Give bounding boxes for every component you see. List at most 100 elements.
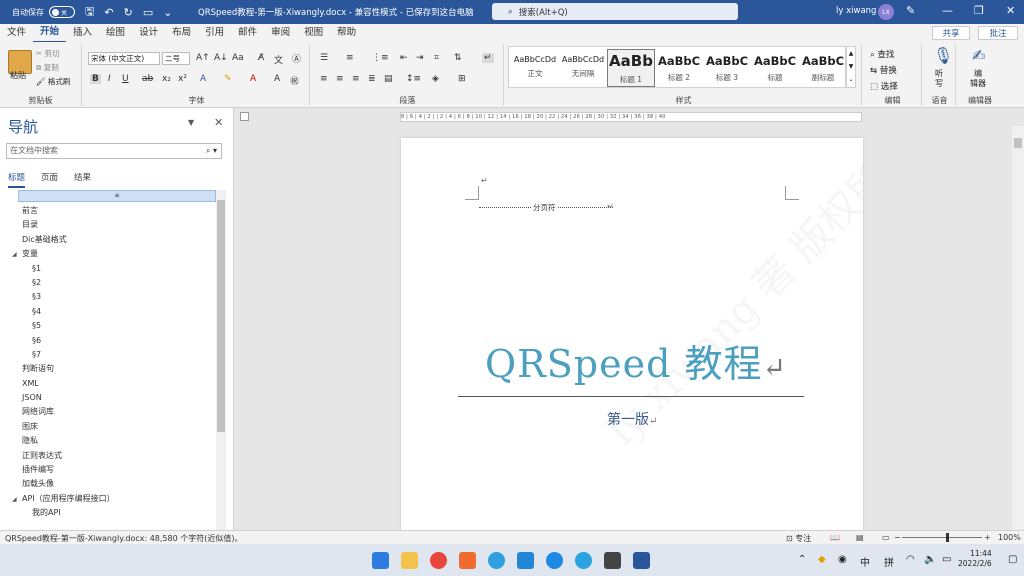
app-icon[interactable] [488,552,505,569]
grow-font-icon[interactable]: A↑ [196,53,210,63]
autosave-toggle[interactable]: 关 [49,6,75,18]
input-layout-indicator[interactable]: 拼 [884,554,894,569]
save-icon[interactable]: 🖫 [85,3,94,22]
align-right-icon[interactable]: ≡ [352,74,360,84]
pen-icon[interactable]: ✎ [906,4,915,17]
close-icon[interactable]: ✕ [1006,4,1015,17]
app-icon[interactable] [546,552,563,569]
nav-heading-item[interactable]: ◢ 变量 [0,247,216,261]
clock[interactable]: 11:44 2022/2/6 [958,549,992,569]
borders-icon[interactable]: ⊞ [458,74,466,84]
document-subtitle-text[interactable]: 第一版↵ [607,409,657,429]
vscode-icon[interactable] [517,552,534,569]
italic-icon[interactable]: I [108,74,111,84]
cut-button[interactable]: ✂ 剪切 [36,48,60,59]
focus-button[interactable]: ⊡ 专注 [786,533,811,544]
phonetic-guide-icon[interactable]: 文 [274,53,283,66]
text-effects-icon[interactable]: A [200,74,206,84]
telegram-icon[interactable] [575,552,592,569]
zoom-slider[interactable] [902,537,982,538]
shrink-font-icon[interactable]: A↓ [214,53,228,63]
print-layout-icon[interactable]: ▤ [856,533,864,542]
search-icon[interactable]: ⌕ ▾ [206,144,217,158]
zoom-level[interactable]: 100% [998,533,1021,542]
copy-button[interactable]: ⧉ 复制 [36,62,59,73]
nav-tab-headings[interactable]: 标题 [8,171,26,188]
decrease-indent-icon[interactable]: ⇤ [400,53,408,63]
multilevel-list-icon[interactable]: ⋮≡ [372,53,389,63]
tab-view[interactable]: 视图 [297,24,330,42]
align-center-icon[interactable]: ≡ [336,74,344,84]
style-heading-2[interactable]: AaBbC 标题 2 [655,49,703,87]
editor-button[interactable]: 编 辑器 [970,69,986,89]
nav-heading-item[interactable]: 图床 [0,420,216,434]
highlight-icon[interactable]: ✎ [224,74,232,84]
dictate-button[interactable]: 听 写 [935,69,943,89]
clear-format-icon[interactable]: A̸ [258,53,264,63]
nav-heading-item[interactable]: 插件编写 [0,463,216,477]
avatar[interactable]: LX [878,4,894,20]
collapse-caret-icon[interactable]: ◢ [12,493,22,507]
tab-file[interactable]: 文件 [0,24,33,42]
notification-icon[interactable]: ▢ [1008,554,1017,565]
chinese-layout-icon[interactable]: ⌗ [434,53,439,63]
enclose-char-icon[interactable]: ㊗ [290,74,299,87]
char-shading-icon[interactable]: A [274,74,280,84]
nav-search-input[interactable]: 在文档中搜索 ⌕ ▾ [6,143,222,159]
tab-design[interactable]: 设计 [132,24,165,42]
nav-heading-item[interactable]: 网络词库 [0,405,216,419]
tab-insert[interactable]: 插入 [66,24,99,42]
nav-heading-item[interactable]: 加载头像 [0,477,216,491]
chrome-icon[interactable] [430,552,447,569]
undo-icon[interactable]: ↶ [104,6,113,19]
word-count-status[interactable]: QRSpeed教程-第一版-Xiwangly.docx: 48,580 个字符(… [5,533,242,544]
style-subtitle[interactable]: AaBbC 副标题 [799,49,847,87]
justify-icon[interactable]: ≣ [368,74,376,84]
nav-heading-item[interactable]: §4 [0,305,216,319]
tab-layout[interactable]: 布局 [165,24,198,42]
nav-heading-item[interactable]: 前言 [0,204,216,218]
redo-icon[interactable]: ↻ [124,6,133,19]
web-layout-icon[interactable]: ▭ [882,533,890,542]
nav-heading-item[interactable]: §3 [0,290,216,304]
char-border-icon[interactable]: Ⓐ [292,52,301,65]
font-family-select[interactable]: 宋体 (中文正文) [88,52,160,65]
nav-close-icon[interactable]: ✕ [214,116,223,129]
nav-heading-item[interactable]: 隐私 [0,434,216,448]
search-box[interactable]: ⌕ 搜索(Alt+Q) [492,3,738,20]
document-scrollbar[interactable] [1012,126,1024,530]
format-painter-button[interactable]: 🖌 格式刷 [36,76,70,87]
align-left-icon[interactable]: ≡ [320,74,328,84]
bold-icon[interactable]: B [90,74,101,84]
nav-heading-item[interactable]: Dic基础格式 [0,233,216,247]
tab-home[interactable]: 开始 [33,23,67,43]
wifi-icon[interactable]: ◠ [906,554,915,565]
nav-heading-item[interactable]: 我的API [0,506,216,520]
select-button[interactable]: ⬚ 选择 [870,80,898,92]
word-icon[interactable] [633,552,650,569]
nav-heading-item[interactable]: §1 [0,262,216,276]
change-case-icon[interactable]: Aa [232,53,244,63]
restore-icon[interactable]: ❐ [974,4,984,17]
comments-button[interactable]: 批注 [978,26,1018,40]
new-doc-icon[interactable]: ▭ [143,6,153,19]
style-heading-1[interactable]: AaBb 标题 1 [607,49,655,87]
zoom-slider-thumb[interactable] [946,533,949,542]
nav-heading-item[interactable]: §6 [0,334,216,348]
tab-selector[interactable] [240,112,249,121]
increase-indent-icon[interactable]: ⇥ [416,53,424,63]
nav-heading-item[interactable]: 目录 [0,218,216,232]
tab-help[interactable]: 帮助 [330,24,363,42]
nav-heading-item[interactable]: 判断语句 [0,362,216,376]
zoom-in-icon[interactable]: + [984,533,991,542]
nav-heading-item[interactable]: §7 [0,348,216,362]
paste-button[interactable]: 粘贴 [10,70,26,81]
line-spacing-icon[interactable]: ↕≡ [406,74,421,84]
style-heading-3[interactable]: AaBbC 标题 3 [703,49,751,87]
document-scrollbar-thumb[interactable] [1014,138,1022,148]
collapse-caret-icon[interactable]: ◢ [12,248,22,262]
nav-heading-item[interactable]: ◢ API（应用程序编程接口） [0,492,216,506]
tab-references[interactable]: 引用 [198,24,231,42]
font-size-select[interactable]: 二号 [162,52,190,65]
ime-indicator[interactable]: 中 [860,554,870,569]
